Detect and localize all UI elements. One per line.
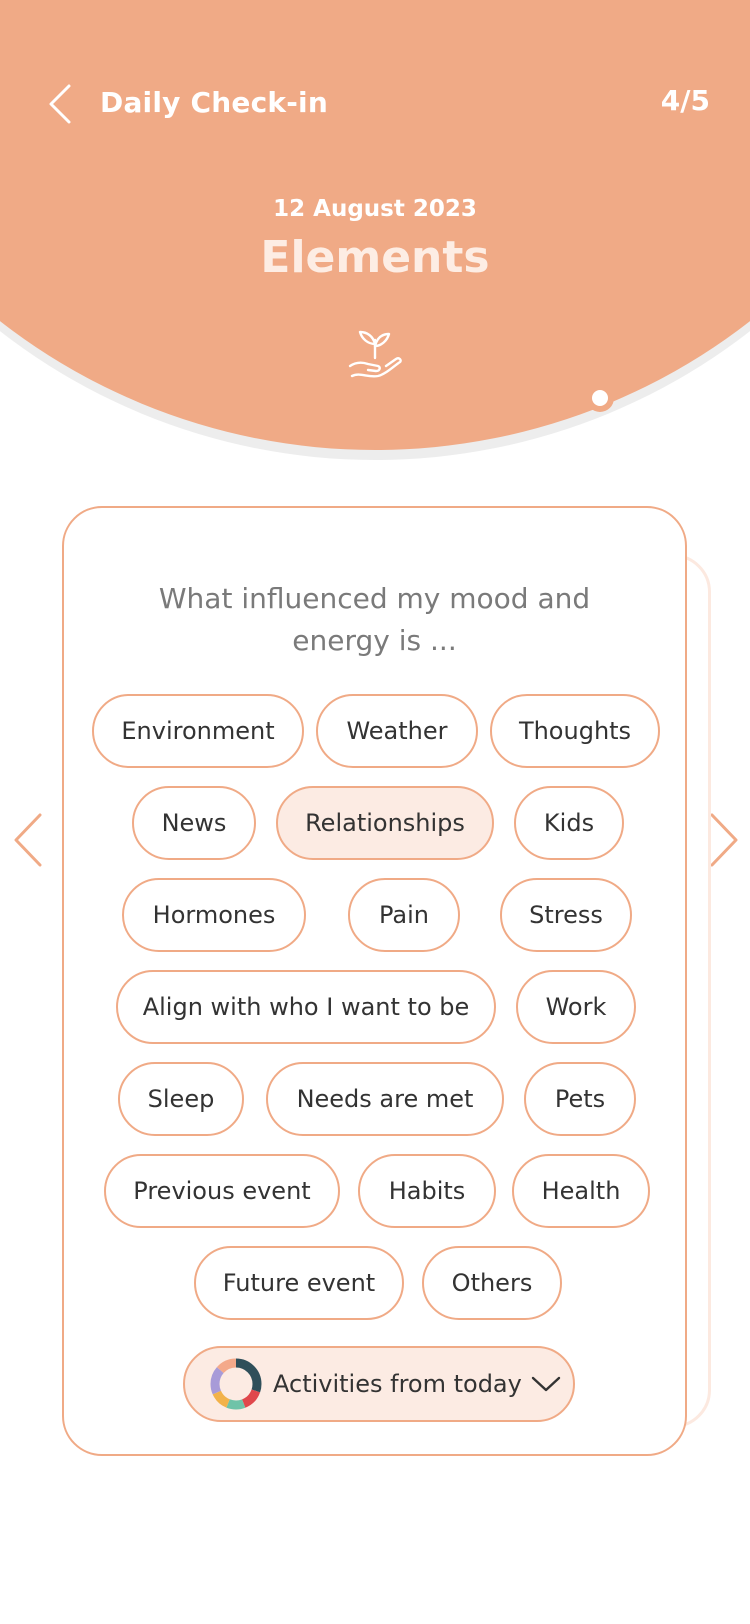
chevron-left-icon bbox=[49, 84, 71, 124]
chevron-right-icon bbox=[710, 813, 738, 867]
chip-hormones[interactable]: Hormones bbox=[122, 878, 306, 952]
section-title: Elements bbox=[260, 232, 490, 283]
chip-thoughts[interactable]: Thoughts bbox=[490, 694, 660, 768]
question-text: What influenced my mood and energy is ..… bbox=[158, 582, 591, 657]
chip-relationships[interactable]: Relationships bbox=[276, 786, 494, 860]
activity-ring-icon bbox=[210, 1358, 262, 1410]
chevron-left-icon bbox=[14, 813, 42, 867]
chip-pets[interactable]: Pets bbox=[524, 1062, 636, 1136]
elements-card: What influenced my mood and energy is ..… bbox=[62, 506, 687, 1456]
chip-previous-event[interactable]: Previous event bbox=[104, 1154, 340, 1228]
chip-sleep[interactable]: Sleep bbox=[118, 1062, 244, 1136]
chip-needs-are-met[interactable]: Needs are met bbox=[266, 1062, 504, 1136]
chip-habits[interactable]: Habits bbox=[358, 1154, 496, 1228]
chip-others[interactable]: Others bbox=[422, 1246, 562, 1320]
checkin-date: 12 August 2023 bbox=[273, 196, 477, 222]
activities-from-today-dropdown[interactable]: Activities from today bbox=[183, 1346, 575, 1422]
chip-work[interactable]: Work bbox=[516, 970, 636, 1044]
step-progress: 4/5 bbox=[660, 84, 710, 117]
chip-kids[interactable]: Kids bbox=[514, 786, 624, 860]
chip-health[interactable]: Health bbox=[512, 1154, 650, 1228]
progress-arc-knob[interactable] bbox=[586, 384, 614, 412]
back-button[interactable] bbox=[40, 82, 80, 126]
chip-pain[interactable]: Pain bbox=[348, 878, 460, 952]
previous-card-button[interactable] bbox=[8, 810, 48, 870]
chip-weather[interactable]: Weather bbox=[316, 694, 478, 768]
activities-label: Activities from today bbox=[273, 1370, 522, 1398]
chip-align-with-who-i-want-to-be[interactable]: Align with who I want to be bbox=[116, 970, 496, 1044]
chip-environment[interactable]: Environment bbox=[92, 694, 304, 768]
chip-future-event[interactable]: Future event bbox=[194, 1246, 404, 1320]
chevron-down-icon bbox=[531, 1376, 561, 1392]
chip-stress[interactable]: Stress bbox=[500, 878, 632, 952]
header-title: Daily Check-in bbox=[100, 86, 328, 119]
sprout-in-hand-icon bbox=[348, 330, 402, 378]
chip-news[interactable]: News bbox=[132, 786, 256, 860]
daily-checkin-screen: Daily Check-in 4/5 12 August 2023 Elemen… bbox=[0, 0, 750, 1624]
